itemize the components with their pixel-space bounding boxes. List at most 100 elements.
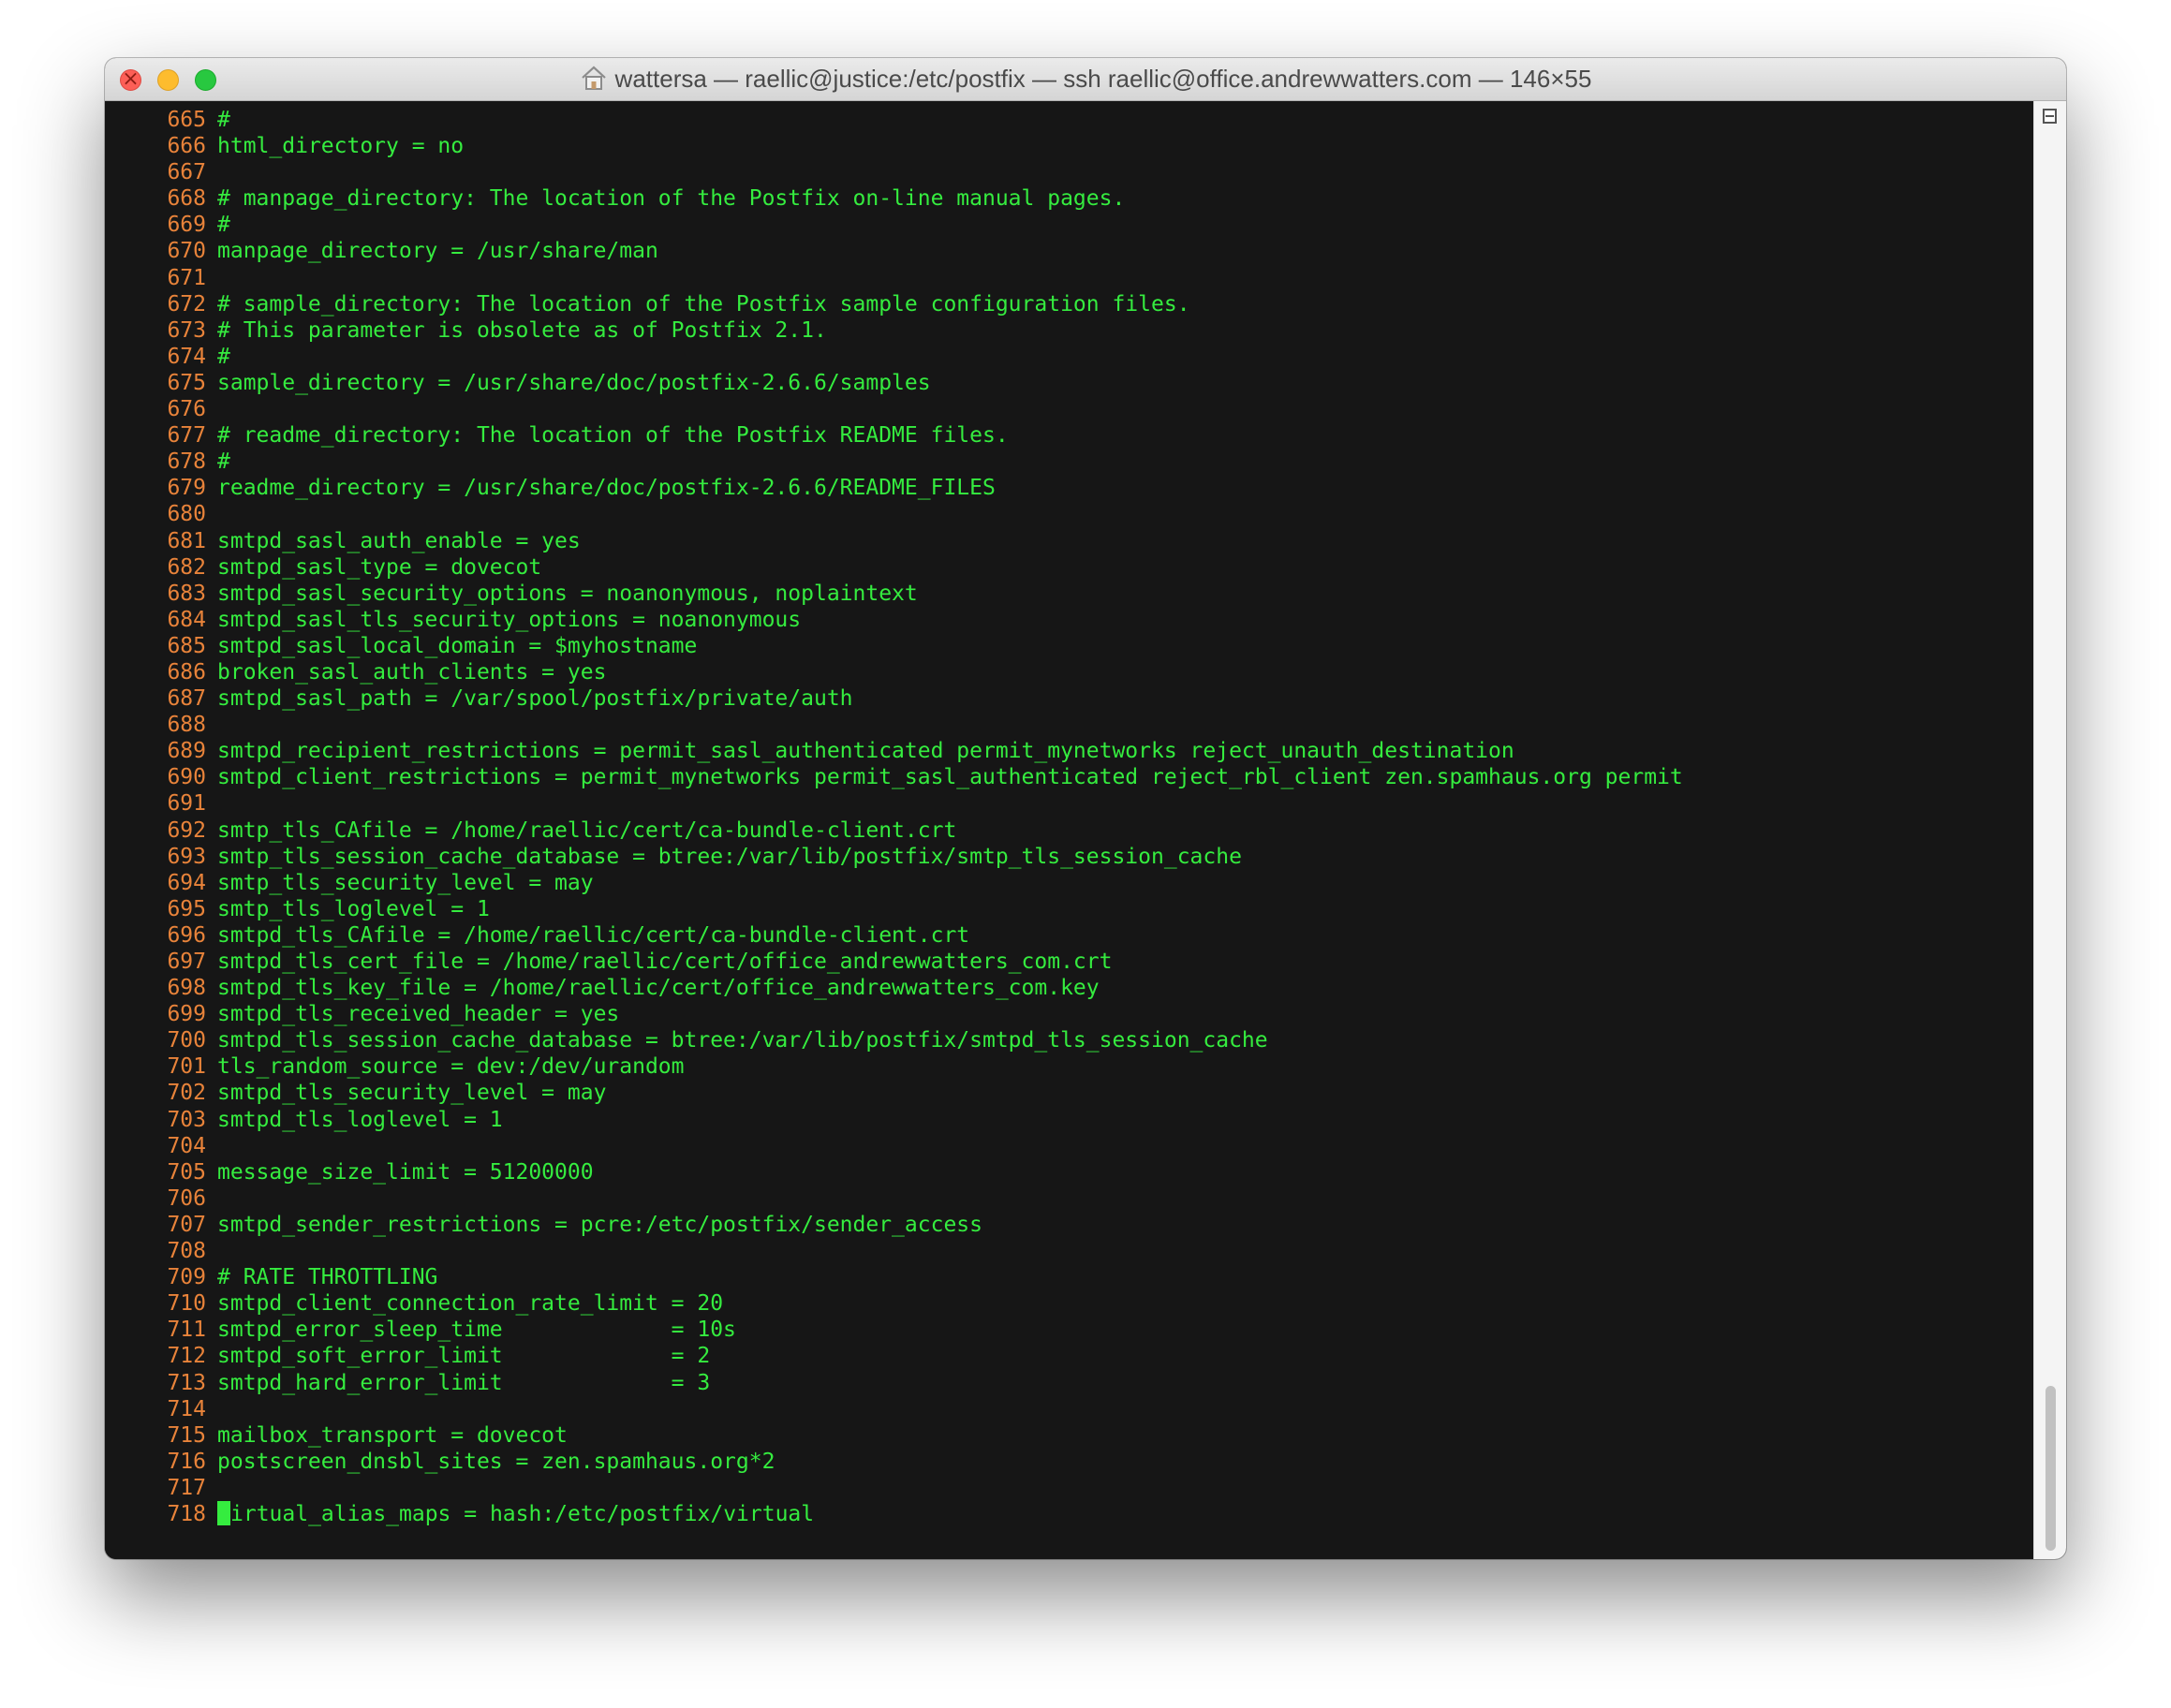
line-number: 687: [167, 686, 206, 712]
window-title: wattersa — raellic@justice:/etc/postfix …: [105, 58, 2066, 100]
terminal-line: 711 smtpd_error_sleep_time = 10s: [105, 1317, 1683, 1343]
line-number: 691: [167, 791, 206, 817]
line-text: readme_directory = /usr/share/doc/postfi…: [217, 476, 996, 501]
terminal-line: 675 sample_directory = /usr/share/doc/pos…: [105, 370, 1683, 396]
terminal-line: 689 smtpd_recipient_restrictions = permit…: [105, 738, 1683, 764]
line-number: 704: [167, 1133, 206, 1158]
window-title-text: wattersa — raellic@justice:/etc/postfix …: [614, 65, 1592, 93]
line-text: # manpage_directory: The location of the…: [217, 186, 1126, 212]
terminal-line: 674 #: [105, 344, 1683, 370]
line-text: smtpd_sasl_tls_security_options = noanon…: [217, 607, 802, 632]
terminal-line: 673 # This parameter is obsolete as of Po…: [105, 317, 1683, 344]
line-text: #: [217, 108, 230, 132]
terminal-line: 677 # readme_directory: The location of t…: [105, 422, 1683, 449]
terminal-line: 690 smtpd_client_restrictions = permit_my…: [105, 764, 1683, 790]
line-number: 715: [167, 1422, 206, 1448]
line-text: smtpd_client_connection_rate_limit = 20: [217, 1291, 724, 1317]
line-text: # sample_directory: The location of the …: [217, 291, 1190, 317]
terminal-line: 713 smtpd_hard_error_limit = 3: [105, 1370, 1683, 1396]
line-number: 713: [167, 1370, 206, 1395]
line-text: html_directory = no: [217, 134, 465, 159]
home-icon: [581, 66, 606, 90]
line-number: 709: [167, 1265, 206, 1290]
line-text: postscreen_dnsbl_sites = zen.spamhaus.or…: [217, 1449, 775, 1474]
line-number: 703: [167, 1107, 206, 1132]
line-text: smtpd_soft_error_limit = 2: [217, 1344, 711, 1369]
line-text: #: [217, 213, 230, 238]
terminal-line: 684 smtpd_sasl_tls_security_options = noa…: [105, 607, 1683, 633]
line-number: 675: [167, 370, 206, 395]
scrollbar-thumb[interactable]: [2045, 1386, 2056, 1551]
terminal-line: 676: [105, 396, 1683, 422]
terminal-line: 716 postscreen_dnsbl_sites = zen.spamhaus…: [105, 1449, 1683, 1475]
line-text: smtpd_hard_error_limit = 3: [217, 1370, 711, 1395]
terminal-content[interactable]: 665 #666 html_directory = no 667 668 # manpag…: [105, 101, 2034, 1559]
line-text: smtp_tls_security_level = may: [217, 870, 594, 895]
terminal-line: 693 smtp_tls_session_cache_database = btr…: [105, 844, 1683, 870]
line-number: 697: [167, 950, 206, 974]
line-number: 702: [167, 1081, 206, 1106]
line-text: smtp_tls_CAfile = /home/raellic/cert/ca-…: [217, 817, 957, 843]
text-cursor: [217, 1500, 230, 1525]
line-number: 689: [167, 739, 206, 764]
scrollbar[interactable]: [2033, 101, 2066, 1559]
terminal-line: 665 #: [105, 107, 1683, 133]
terminal-line: 706: [105, 1185, 1683, 1212]
terminal-line: 691: [105, 790, 1683, 817]
line-text: smtpd_tls_session_cache_database = btree…: [217, 1028, 1268, 1053]
terminal-line: 670 manpage_directory = /usr/share/man: [105, 238, 1683, 264]
line-text: # This parameter is obsolete as of Postf…: [217, 317, 827, 343]
line-number: 668: [167, 186, 206, 212]
line-text: smtpd_client_restrictions = permit_mynet…: [217, 765, 1683, 790]
terminal-line: 680: [105, 501, 1683, 527]
terminal-line: 701 tls_random_source = dev:/dev/urandom: [105, 1053, 1683, 1080]
line-text: #: [217, 449, 230, 475]
terminal-line: 679 readme_directory = /usr/share/doc/pos…: [105, 475, 1683, 501]
line-number: 681: [167, 528, 206, 553]
line-text: smtpd_tls_loglevel = 1: [217, 1107, 503, 1132]
line-text: smtpd_sender_restrictions = pcre:/etc/po…: [217, 1212, 982, 1237]
terminal-line: 705 message_size_limit = 51200000: [105, 1159, 1683, 1185]
line-number: 666: [167, 134, 206, 159]
line-number: 679: [167, 476, 206, 501]
terminal-line: 717: [105, 1475, 1683, 1501]
line-number: 684: [167, 607, 206, 632]
terminal-line: 681 smtpd_sasl_auth_enable = yes: [105, 528, 1683, 554]
line-text: smtpd_sasl_local_domain = $myhostname: [217, 633, 698, 658]
terminal-line: 712 smtpd_soft_error_limit = 2: [105, 1343, 1683, 1369]
line-text: smtp_tls_loglevel = 1: [217, 896, 490, 921]
terminal-line: 710 smtpd_client_connection_rate_limit = …: [105, 1290, 1683, 1317]
line-number: 695: [167, 896, 206, 921]
line-number: 686: [167, 659, 206, 685]
line-text: smtp_tls_session_cache_database = btree:…: [217, 844, 1242, 869]
line-number: 669: [167, 213, 206, 238]
terminal-line-cursor: 718 irtual_alias_maps = hash:/etc/postfix…: [105, 1500, 1683, 1527]
line-number: 683: [167, 581, 206, 606]
line-number: 712: [167, 1344, 206, 1369]
line-number: 682: [167, 554, 206, 580]
line-text: smtpd_tls_received_header = yes: [217, 1002, 620, 1027]
title-bar[interactable]: wattersa — raellic@justice:/etc/postfix …: [105, 58, 2066, 101]
cursor-line-text: irtual_alias_maps = hash:/etc/postfix/vi…: [230, 1501, 815, 1526]
line-text: smtpd_sasl_type = dovecot: [217, 554, 542, 580]
line-number: 673: [167, 317, 206, 343]
line-number: 699: [167, 1002, 206, 1027]
line-number: 708: [167, 1239, 206, 1264]
terminal-line: 704: [105, 1133, 1683, 1159]
line-text: mailbox_transport = dovecot: [217, 1422, 568, 1448]
terminal-line: 694 smtp_tls_security_level = may: [105, 870, 1683, 896]
terminal-line: 708: [105, 1238, 1683, 1264]
terminal-line: 686 broken_sasl_auth_clients = yes: [105, 659, 1683, 685]
terminal-line: 703 smtpd_tls_loglevel = 1: [105, 1107, 1683, 1133]
line-text: manpage_directory = /usr/share/man: [217, 239, 658, 264]
line-text: smtpd_sasl_security_options = noanonymou…: [217, 581, 918, 606]
line-number: 717: [167, 1475, 206, 1500]
line-number: 677: [167, 423, 206, 449]
terminal-line: 687 smtpd_sasl_path = /var/spool/postfix/…: [105, 685, 1683, 712]
terminal-line: 714: [105, 1396, 1683, 1422]
line-text: tls_random_source = dev:/dev/urandom: [217, 1054, 685, 1080]
line-number: 688: [167, 713, 206, 738]
line-number: 671: [167, 265, 206, 290]
split-pane-icon[interactable]: [2043, 109, 2057, 124]
line-text: broken_sasl_auth_clients = yes: [217, 659, 607, 685]
